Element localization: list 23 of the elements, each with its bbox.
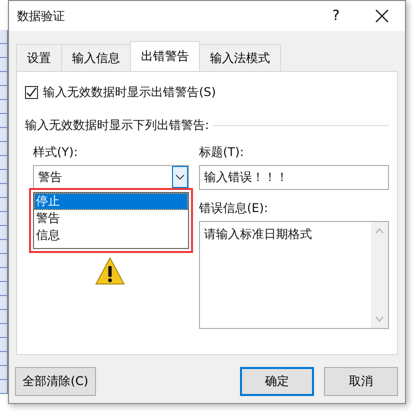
dialog-button[interactable]: 取消 xyxy=(324,367,398,396)
group-label: 输入无效数据时显示下列出错警告: xyxy=(25,117,210,134)
tab[interactable]: 设置 xyxy=(16,44,62,71)
help-button[interactable]: ? xyxy=(313,1,359,31)
error-message-label: 错误信息(E): xyxy=(199,200,269,217)
dialog-button[interactable]: 全部清除(C) xyxy=(15,367,96,396)
window-title: 数据验证 xyxy=(16,8,66,24)
checkbox[interactable] xyxy=(25,86,38,99)
error-message-textarea[interactable]: 请输入标准日期格式 xyxy=(199,221,389,329)
chevron-down-icon xyxy=(175,174,185,180)
title-input[interactable]: 输入错误！！！ xyxy=(199,165,389,190)
tab[interactable]: 输入法模式 xyxy=(199,44,281,71)
style-label: 样式(Y): xyxy=(33,144,79,161)
dropdown-option[interactable]: 停止 xyxy=(34,193,188,210)
checkbox-label: 输入无效数据时显示出错警告(S) xyxy=(43,84,216,101)
title-label: 标题(T): xyxy=(199,144,245,161)
warning-icon xyxy=(94,255,126,287)
dropdown-option[interactable]: 信息 xyxy=(34,227,188,244)
close-icon xyxy=(375,9,389,23)
tab[interactable]: 出错警告 xyxy=(130,41,200,71)
dropdown-option[interactable]: 警告 xyxy=(34,210,188,227)
dialog-button[interactable]: 确定 xyxy=(240,367,314,396)
style-dropdown[interactable]: 警告 xyxy=(33,165,189,189)
